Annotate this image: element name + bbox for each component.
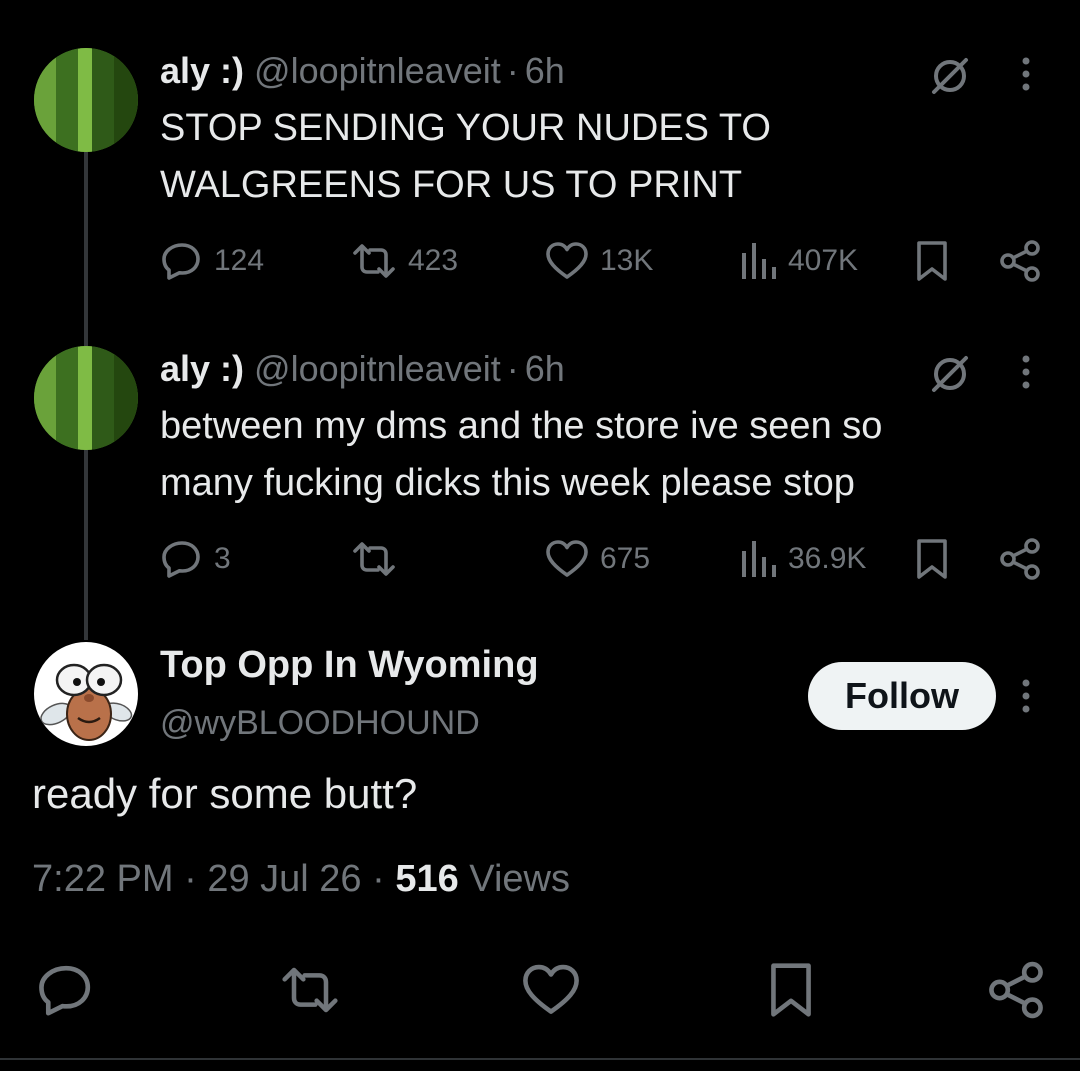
tweet-meta: 7:22 PM · 29 Jul 26 · 516 Views bbox=[32, 858, 570, 901]
more-icon[interactable] bbox=[1016, 56, 1036, 97]
like-icon bbox=[546, 540, 588, 577]
tweet-header: aly :) @loopitnleaveit · 6h bbox=[160, 50, 565, 100]
repost-button[interactable] bbox=[278, 960, 342, 1025]
share-icon bbox=[1000, 538, 1040, 580]
reply-count: 3 bbox=[214, 542, 231, 575]
tweet-header: aly :) @loopitnleaveit · 6h bbox=[160, 348, 565, 398]
avatar[interactable] bbox=[34, 346, 138, 450]
author-handle[interactable]: @wyBLOODHOUND bbox=[160, 704, 480, 743]
views-button[interactable]: 407K bbox=[738, 236, 858, 286]
like-button[interactable]: 13K bbox=[544, 236, 653, 286]
grok-icon[interactable] bbox=[928, 54, 972, 103]
separator: · bbox=[372, 858, 385, 900]
reply-button[interactable] bbox=[36, 960, 96, 1025]
separator: · bbox=[506, 50, 519, 91]
views-icon bbox=[742, 541, 776, 577]
action-row: 3 675 36.9K bbox=[160, 534, 1050, 584]
like-icon bbox=[546, 242, 588, 279]
reply-button[interactable]: 3 bbox=[160, 534, 231, 584]
repost-button[interactable]: 423 bbox=[350, 236, 458, 286]
more-icon[interactable] bbox=[1016, 354, 1036, 395]
reply-icon bbox=[162, 243, 200, 280]
bookmark-icon bbox=[917, 539, 947, 579]
separator: · bbox=[506, 348, 519, 389]
bookmark-icon bbox=[917, 241, 947, 281]
author-handle[interactable]: @loopitnleaveit bbox=[254, 50, 501, 92]
tweet-text: ready for some butt? bbox=[32, 770, 418, 817]
follow-button[interactable]: Follow bbox=[808, 662, 996, 730]
repost-icon bbox=[353, 542, 395, 576]
views-count: 36.9K bbox=[788, 542, 867, 575]
post-date[interactable]: 29 Jul 26 bbox=[207, 858, 361, 900]
separator: · bbox=[184, 858, 197, 900]
reply-icon bbox=[162, 541, 200, 578]
views-label: Views bbox=[469, 858, 570, 900]
like-icon bbox=[523, 964, 579, 1014]
share-button[interactable] bbox=[998, 534, 1042, 584]
avatar[interactable] bbox=[34, 642, 138, 746]
action-row: 124 423 13K 407K bbox=[160, 236, 1050, 286]
post-time[interactable]: 6h bbox=[525, 50, 565, 92]
share-button[interactable] bbox=[998, 236, 1042, 286]
repost-icon bbox=[353, 244, 395, 278]
bookmark-button[interactable] bbox=[912, 534, 952, 584]
more-icon[interactable] bbox=[1016, 678, 1036, 719]
views-icon bbox=[742, 243, 776, 279]
author-name[interactable]: aly :) bbox=[160, 50, 244, 92]
share-button[interactable] bbox=[986, 960, 1046, 1025]
reply-count: 124 bbox=[214, 244, 265, 277]
author-name[interactable]: aly :) bbox=[160, 348, 244, 390]
reply-button[interactable]: 124 bbox=[160, 236, 264, 286]
avatar[interactable] bbox=[34, 48, 138, 152]
action-bar bbox=[0, 960, 1080, 1020]
share-icon bbox=[1000, 240, 1040, 282]
repost-count: 423 bbox=[408, 244, 459, 277]
tweet-text: between my dms and the store ive seen so… bbox=[160, 398, 1020, 512]
like-button[interactable] bbox=[520, 960, 582, 1025]
tweet-text-line: WALGREENS FOR US TO PRINT bbox=[160, 164, 743, 206]
views-count: 516 bbox=[395, 858, 459, 900]
divider bbox=[0, 1058, 1080, 1060]
tweet-text-line: STOP SENDING YOUR NUDES TO bbox=[160, 107, 771, 149]
post-time[interactable]: 6h bbox=[525, 348, 565, 390]
like-button[interactable]: 675 bbox=[544, 534, 650, 584]
views-button[interactable]: 36.9K bbox=[738, 534, 866, 584]
bookmark-button[interactable] bbox=[912, 236, 952, 286]
bookmark-button[interactable] bbox=[764, 960, 818, 1025]
tweet-text-line: between my dms and the store ive seen so bbox=[160, 405, 883, 447]
like-count: 675 bbox=[600, 542, 651, 575]
views-count: 407K bbox=[788, 244, 859, 277]
reply-icon bbox=[39, 965, 91, 1016]
author-name[interactable]: Top Opp In Wyoming bbox=[160, 644, 539, 687]
post-time[interactable]: 7:22 PM bbox=[32, 858, 174, 900]
grok-icon[interactable] bbox=[928, 352, 972, 401]
repost-button[interactable] bbox=[350, 534, 408, 584]
share-icon bbox=[989, 961, 1043, 1019]
author-handle[interactable]: @loopitnleaveit bbox=[254, 348, 501, 390]
tweet-text: STOP SENDING YOUR NUDES TO WALGREENS FOR… bbox=[160, 100, 1020, 214]
like-count: 13K bbox=[600, 244, 654, 277]
tweet-text-line: many fucking dicks this week please stop bbox=[160, 462, 855, 504]
repost-icon bbox=[282, 967, 338, 1013]
bookmark-icon bbox=[771, 963, 811, 1017]
